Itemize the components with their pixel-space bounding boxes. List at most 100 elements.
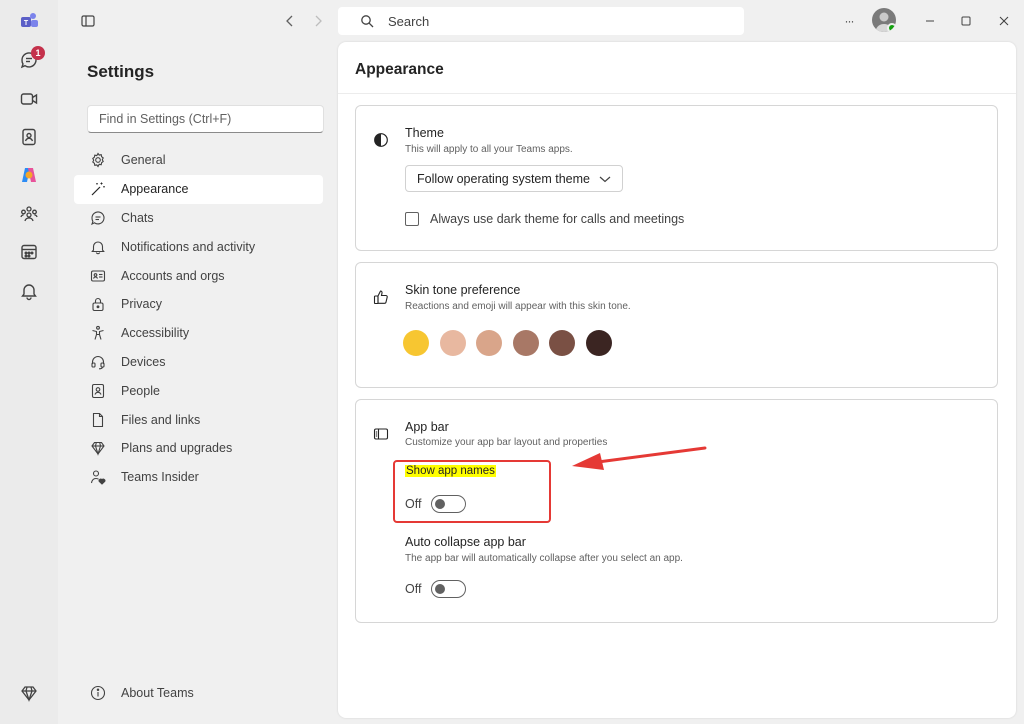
copilot-icon[interactable] — [17, 163, 41, 187]
nav-item-label: Files and links — [121, 412, 201, 427]
find-in-settings-input[interactable]: Find in Settings (Ctrl+F) — [87, 105, 324, 133]
nav-item-label: Devices — [121, 354, 166, 369]
annotation-box — [393, 460, 551, 523]
skin-tone-option[interactable] — [549, 330, 575, 356]
search-icon — [361, 15, 374, 28]
search-box[interactable]: Search — [338, 7, 744, 35]
contacts-icon[interactable] — [17, 125, 41, 149]
annotation-arrow-icon — [572, 446, 707, 470]
nav-item-files[interactable]: Files and links — [74, 405, 323, 434]
nav-item-label: Teams Insider — [121, 470, 199, 485]
sidebar-toggle-icon[interactable] — [76, 9, 100, 33]
avatar[interactable] — [872, 8, 896, 32]
theme-title: Theme — [405, 126, 444, 140]
dark-theme-calls-label: Always use dark theme for calls and meet… — [430, 212, 685, 226]
nav-item-label: Accounts and orgs — [121, 268, 225, 283]
teams-logo-icon[interactable]: T — [17, 9, 41, 33]
settings-title: Settings — [87, 62, 155, 81]
skin-tone-title: Skin tone preference — [405, 283, 521, 297]
video-icon[interactable] — [17, 87, 41, 111]
magic-wand-icon — [91, 182, 105, 196]
lock-icon — [92, 298, 104, 312]
document-icon — [92, 412, 104, 427]
theme-card: Theme This will apply to all your Teams … — [355, 105, 998, 251]
forward-arrow-icon[interactable] — [306, 9, 330, 33]
page-title: Appearance — [355, 61, 444, 78]
skin-tone-option[interactable] — [439, 330, 466, 356]
bell-icon — [91, 241, 105, 255]
auto-collapse-state: Off — [405, 582, 422, 596]
close-icon[interactable] — [992, 9, 1016, 33]
headset-icon — [91, 356, 105, 370]
info-icon — [90, 685, 106, 701]
maximize-icon[interactable] — [954, 9, 978, 33]
diamond-icon — [91, 442, 105, 457]
dark-theme-calls-row[interactable]: Always use dark theme for calls and meet… — [405, 212, 684, 226]
auto-collapse-subtitle: The app bar will automatically collapse … — [405, 553, 683, 564]
person-heart-icon — [90, 470, 106, 485]
nav-item-plans[interactable]: Plans and upgrades — [74, 434, 323, 463]
nav-item-label: Chats — [121, 210, 154, 225]
minimize-icon[interactable] — [918, 9, 942, 33]
nav-item-teams-insider[interactable]: Teams Insider — [74, 463, 323, 492]
dark-theme-calls-checkbox[interactable] — [405, 212, 419, 226]
settings-nav: Settings Find in Settings (Ctrl+F) Gener… — [58, 42, 338, 724]
nav-item-devices[interactable]: Devices — [74, 348, 323, 377]
search-placeholder: Search — [388, 13, 430, 29]
nav-item-label: Plans and upgrades — [121, 441, 233, 456]
app-bar-title: App bar — [405, 420, 449, 434]
person-card-icon — [91, 383, 105, 398]
communities-icon[interactable] — [17, 202, 41, 226]
nav-item-privacy[interactable]: Privacy — [74, 290, 323, 319]
thumbs-up-icon — [373, 290, 388, 305]
nav-item-label: General — [121, 153, 166, 168]
nav-item-label: Accessibility — [121, 326, 190, 341]
settings-nav-list: General Appearance Chats Notifications a… — [74, 146, 323, 492]
app-bar-layout-icon — [373, 428, 389, 440]
nav-item-accessibility[interactable]: Accessibility — [74, 319, 323, 348]
theme-contrast-icon — [374, 133, 388, 147]
title-bar: Search ··· — [58, 0, 1024, 42]
svg-text:T: T — [24, 20, 29, 27]
skin-tone-card: Skin tone preference Reactions and emoji… — [355, 262, 998, 388]
premium-diamond-icon[interactable] — [17, 681, 41, 705]
app-rail: T 1 — [0, 0, 58, 724]
skin-tone-subtitle: Reactions and emoji will appear with thi… — [405, 301, 631, 312]
id-card-icon — [90, 270, 106, 282]
calendar-icon[interactable] — [17, 240, 41, 264]
nav-item-chats[interactable]: Chats — [74, 204, 323, 233]
nav-item-label: Privacy — [121, 297, 162, 312]
nav-item-accounts[interactable]: Accounts and orgs — [74, 261, 323, 290]
skin-tone-option[interactable] — [585, 330, 612, 356]
theme-dropdown-value: Follow operating system theme — [417, 171, 590, 186]
activity-bell-icon[interactable] — [17, 279, 41, 303]
nav-item-label: People — [121, 383, 160, 398]
skin-tone-option[interactable] — [403, 330, 429, 356]
title-divider — [338, 93, 1016, 94]
nav-item-general[interactable]: General — [74, 146, 323, 175]
back-arrow-icon[interactable] — [278, 9, 302, 33]
skin-tone-swatches — [403, 330, 622, 356]
nav-item-appearance[interactable]: Appearance — [74, 174, 323, 204]
presence-status — [887, 23, 896, 32]
theme-subtitle: This will apply to all your Teams apps. — [405, 144, 573, 155]
auto-collapse-title: Auto collapse app bar — [405, 535, 526, 549]
chat-icon — [91, 211, 105, 226]
appearance-panel: Appearance Theme This will apply to all … — [338, 42, 1016, 718]
about-teams-link[interactable]: About Teams — [90, 685, 194, 701]
chevron-down-icon — [599, 176, 611, 183]
more-options-button[interactable]: ··· — [837, 9, 861, 33]
theme-dropdown[interactable]: Follow operating system theme — [405, 165, 623, 192]
skin-tone-option[interactable] — [512, 330, 539, 356]
skin-tone-option[interactable] — [476, 330, 502, 356]
nav-item-label: Appearance — [121, 182, 189, 197]
auto-collapse-toggle[interactable] — [431, 580, 467, 598]
toggle-knob — [435, 584, 446, 594]
gear-icon — [92, 152, 104, 168]
about-teams-label: About Teams — [121, 686, 194, 700]
auto-collapse-row[interactable]: Off — [405, 580, 467, 598]
nav-item-label: Notifications and activity — [121, 239, 256, 254]
nav-item-people[interactable]: People — [74, 376, 323, 405]
unread-badge: 1 — [31, 46, 45, 60]
nav-item-notifications[interactable]: Notifications and activity — [74, 232, 323, 261]
